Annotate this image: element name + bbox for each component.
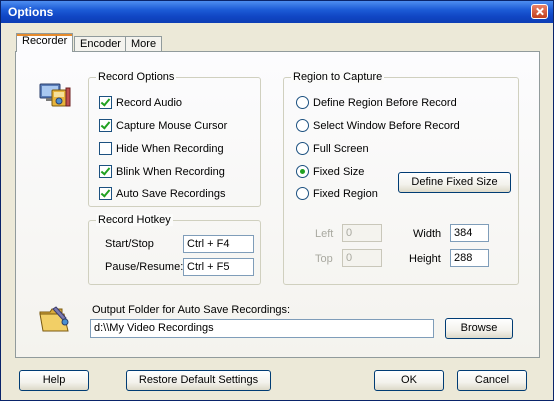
radio-circle[interactable]	[296, 165, 309, 178]
checkbox-box[interactable]	[99, 165, 112, 178]
checkbox-label: Blink When Recording	[116, 166, 225, 178]
checkbox-box[interactable]	[99, 119, 112, 132]
record-hotkey-heading: Record Hotkey	[96, 214, 173, 226]
top-input[interactable]: 0	[342, 249, 382, 267]
options-dialog: Options Recorder Encoder More Record Opt…	[0, 0, 554, 401]
checkbox-box[interactable]	[99, 96, 112, 109]
width-label: Width	[413, 228, 442, 240]
checkbox-label: Capture Mouse Cursor	[116, 120, 228, 132]
record-options-heading: Record Options	[96, 71, 177, 83]
pause-resume-hotkey-input[interactable]: Ctrl + F5	[183, 258, 254, 276]
checkbox-label: Record Audio	[116, 97, 183, 109]
radio-circle[interactable]	[296, 119, 309, 132]
recorder-tab-panel: Record Options Record Audio Capture Mous…	[15, 51, 540, 358]
region-to-capture-heading: Region to Capture	[291, 71, 385, 83]
tab-more[interactable]: More	[125, 36, 163, 52]
radio-label: Full Screen	[313, 143, 369, 155]
top-label: Top	[315, 253, 333, 265]
define-fixed-size-button[interactable]: Define Fixed Size	[398, 172, 511, 193]
output-folder-label: Output Folder for Auto Save Recordings:	[92, 304, 291, 316]
tab-encoder[interactable]: Encoder	[74, 36, 127, 52]
left-input[interactable]: 0	[342, 224, 382, 242]
radio-label: Select Window Before Record	[313, 120, 460, 132]
window-title: Options	[8, 5, 54, 19]
checkbox-box[interactable]	[99, 142, 112, 155]
start-stop-label: Start/Stop	[105, 238, 154, 250]
browse-button[interactable]: Browse	[445, 318, 513, 339]
width-input[interactable]: 384	[450, 224, 489, 242]
pause-resume-label: Pause/Resume:	[105, 261, 184, 273]
tab-recorder[interactable]: Recorder	[16, 33, 74, 52]
cancel-button[interactable]: Cancel	[457, 370, 527, 391]
checkbox-box[interactable]	[99, 187, 112, 200]
help-button[interactable]: Help	[19, 370, 89, 391]
output-folder-input[interactable]: d:\\My Video Recordings	[90, 319, 434, 338]
checkbox-label: Hide When Recording	[116, 143, 224, 155]
radio-label: Fixed Region	[313, 188, 378, 200]
title-bar[interactable]: Options	[1, 1, 553, 23]
radio-circle[interactable]	[296, 187, 309, 200]
record-hotkey-group: Record Hotkey Start/Stop Ctrl + F4 Pause…	[88, 214, 261, 285]
height-label: Height	[409, 253, 441, 265]
close-button[interactable]	[531, 4, 548, 19]
radio-circle[interactable]	[296, 96, 309, 109]
ok-button[interactable]: OK	[374, 370, 444, 391]
radio-circle[interactable]	[296, 142, 309, 155]
start-stop-hotkey-input[interactable]: Ctrl + F4	[183, 235, 254, 253]
radio-label: Fixed Size	[313, 166, 365, 178]
left-label: Left	[315, 228, 334, 240]
region-to-capture-group: Region to Capture Define Region Before R…	[283, 71, 519, 285]
checkbox-label: Auto Save Recordings	[116, 188, 226, 200]
folder-icon	[38, 304, 72, 334]
radio-label: Define Region Before Record	[313, 97, 457, 109]
restore-default-settings-button[interactable]: Restore Default Settings	[126, 370, 271, 391]
record-options-group: Record Options Record Audio Capture Mous…	[88, 71, 261, 207]
recorder-icon	[38, 78, 72, 110]
height-input[interactable]: 288	[450, 249, 489, 267]
